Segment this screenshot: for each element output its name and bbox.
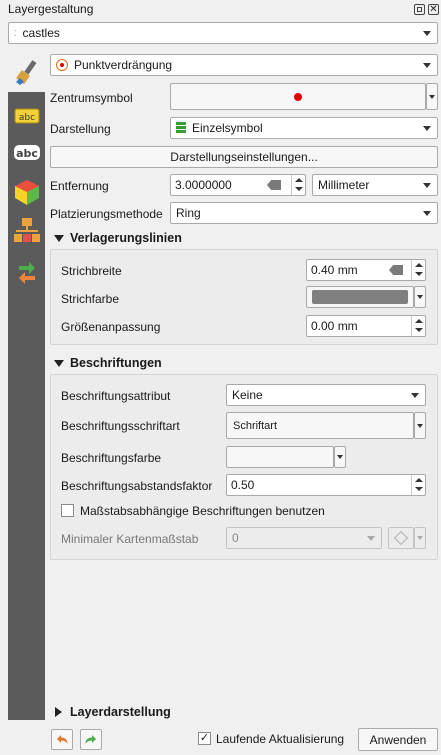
center-symbol-menu-button[interactable]: [426, 83, 438, 110]
point-layer-icon: ⁚: [14, 28, 17, 38]
stroke-color-label: Strichfarbe: [61, 292, 120, 306]
distance-value: 3.0000000: [175, 178, 232, 192]
label-color-menu-button[interactable]: [334, 446, 346, 468]
undo-icon: [57, 734, 68, 744]
label-color-swatch: [232, 450, 328, 464]
float-icon[interactable]: [414, 4, 425, 15]
stroke-width-spinbox[interactable]: 0.40 mm: [306, 259, 426, 281]
labels-icon[interactable]: abc: [13, 102, 41, 130]
live-update-checkbox[interactable]: ✓: [198, 732, 211, 745]
label-distance-factor-label: Beschriftungsabstandsfaktor: [61, 479, 213, 493]
distance-clear-icon[interactable]: [267, 180, 281, 190]
point-displacement-icon: [56, 59, 68, 71]
live-update-label[interactable]: Laufende Aktualisierung: [216, 731, 344, 747]
single-symbol-icon: [176, 122, 186, 134]
distance-unit-value: Millimeter: [318, 178, 370, 192]
label-font-button-label: Schriftart: [233, 419, 278, 432]
panel-title-bar: Layergestaltung ✕: [0, 0, 441, 20]
renderer-select-value: Punktverdrängung: [74, 58, 173, 72]
layer-rendering-expand-icon[interactable]: [55, 707, 62, 717]
apply-button[interactable]: Anwenden: [358, 728, 438, 751]
stroke-width-value: 0.40 mm: [311, 263, 358, 277]
min-scale-value: 0: [232, 531, 239, 545]
style-sidebar: abc abc: [8, 92, 45, 720]
rendering-label: Darstellung: [50, 122, 111, 136]
redo-button[interactable]: [80, 729, 102, 750]
label-color-button[interactable]: [226, 446, 334, 468]
render-settings-label: Darstellungseinstellungen...: [170, 150, 318, 164]
label-font-label: Beschriftungsschriftart: [61, 419, 180, 433]
lines-section-title[interactable]: Verlagerungslinien: [70, 231, 182, 245]
pick-scale-button: [388, 527, 414, 549]
label-distance-factor-value: 0.50: [231, 478, 255, 492]
distance-unit-select[interactable]: Millimeter: [312, 174, 438, 196]
rendering-select[interactable]: Einzelsymbol: [170, 117, 438, 139]
distance-spinbox[interactable]: 3.0000000: [170, 174, 306, 196]
redo-icon: [85, 734, 96, 744]
labels-section-collapse-icon[interactable]: [54, 360, 64, 367]
svg-text:abc: abc: [19, 113, 35, 123]
rendering-select-value: Einzelsymbol: [192, 121, 263, 135]
stroke-color-menu-button[interactable]: [414, 286, 426, 308]
panel-title: Layergestaltung: [8, 2, 94, 16]
scale-checkbox[interactable]: [61, 504, 74, 517]
center-symbol-label: Zentrumsymbol: [50, 91, 133, 105]
label-font-menu-button[interactable]: [414, 412, 426, 439]
renderer-select[interactable]: Punktverdrängung: [50, 54, 438, 76]
lines-section-collapse-icon[interactable]: [54, 235, 64, 242]
pick-scale-icon: [393, 530, 409, 546]
size-adjust-spinbox[interactable]: 0.00 mm: [306, 315, 426, 337]
center-symbol-button[interactable]: [170, 83, 426, 110]
stroke-color-button[interactable]: [306, 286, 414, 308]
size-adjust-label: Größenanpassung: [61, 320, 161, 334]
history-icon[interactable]: [13, 258, 41, 286]
stroke-color-swatch: [312, 290, 408, 304]
size-adjust-value: 0.00 mm: [311, 319, 358, 333]
pick-scale-menu-button: [414, 527, 426, 549]
symbology-brush-icon: [14, 58, 42, 86]
apply-button-label: Anwenden: [369, 732, 427, 747]
layer-select[interactable]: ⁚ castles: [8, 22, 438, 44]
placement-select[interactable]: Ring: [170, 202, 438, 224]
placement-label: Platzierungsmethode: [50, 207, 163, 221]
min-scale-label: Minimaler Kartenmaßstab: [61, 532, 199, 546]
label-text-icon[interactable]: abc: [13, 138, 41, 166]
close-icon[interactable]: ✕: [428, 4, 439, 15]
min-scale-select: 0: [226, 527, 382, 549]
undo-button[interactable]: [51, 729, 73, 750]
labels-section-title[interactable]: Beschriftungen: [70, 356, 162, 370]
layer-select-value: castles: [22, 26, 60, 40]
stroke-width-label: Strichbreite: [61, 264, 122, 278]
stroke-width-clear-icon[interactable]: [389, 265, 403, 275]
label-distance-factor-spinbox[interactable]: 0.50: [226, 474, 426, 496]
label-attr-label: Beschriftungsattribut: [61, 389, 171, 403]
distance-label: Entfernung: [50, 179, 109, 193]
label-attr-value: Keine: [232, 388, 263, 402]
label-color-label: Beschriftungsfarbe: [61, 451, 162, 465]
scale-checkbox-label[interactable]: Maßstabsabhängige Beschriftungen benutze…: [80, 503, 325, 519]
layer-rendering-section-title[interactable]: Layerdarstellung: [70, 705, 171, 719]
svg-text:abc: abc: [16, 147, 38, 160]
center-symbol-swatch: [294, 92, 302, 101]
diagrams-icon[interactable]: [13, 216, 41, 244]
label-attr-select[interactable]: Keine: [226, 384, 426, 406]
placement-value: Ring: [176, 206, 201, 220]
3d-view-icon[interactable]: [13, 178, 41, 206]
label-font-button[interactable]: Schriftart: [226, 412, 414, 439]
render-settings-button[interactable]: Darstellungseinstellungen...: [50, 146, 438, 168]
